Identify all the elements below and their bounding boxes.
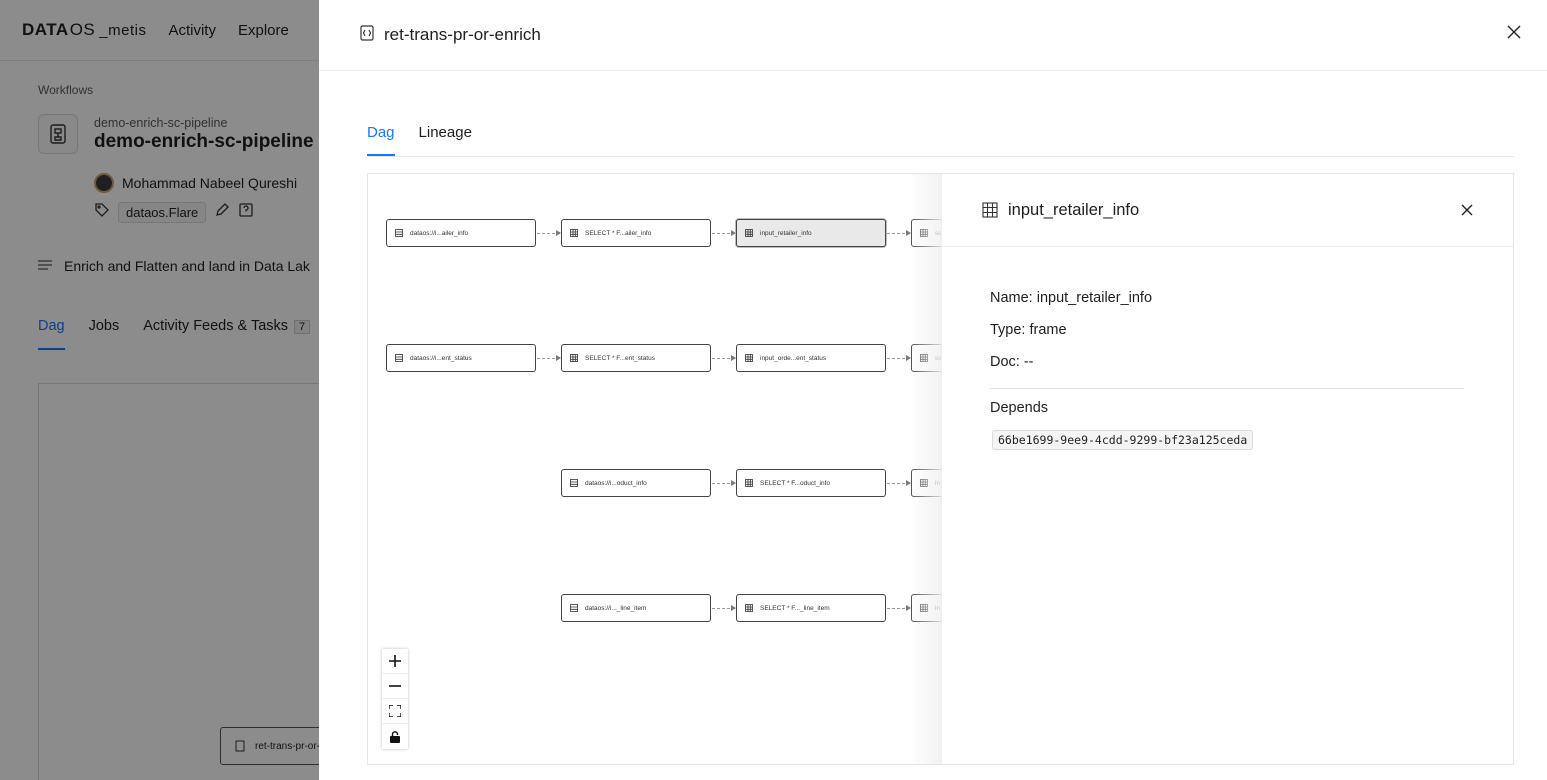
panel-shadow (908, 174, 943, 764)
tab-lineage[interactable]: Lineage (419, 124, 472, 156)
dag-node[interactable]: input_orde...ent_status (736, 344, 886, 372)
database-icon (570, 604, 578, 612)
dag-node[interactable]: dataos://i...oduct_info (561, 469, 711, 497)
dag-canvas[interactable]: dataos://i...ailer_info SELECT * F...ail… (367, 173, 1514, 765)
close-icon[interactable] (1461, 204, 1473, 216)
depends-label: Depends (990, 400, 1049, 416)
dag-edge (712, 355, 736, 361)
drawer-header: ret-trans-pr-or-enrich (319, 0, 1547, 71)
divider (990, 388, 1464, 389)
minus-icon (389, 685, 401, 687)
dag-edge (712, 605, 736, 611)
property-type: Type: frame (990, 322, 1067, 338)
node-properties-panel: input_retailer_info Name: input_retailer… (941, 174, 1513, 764)
database-icon (395, 354, 403, 362)
table-icon (745, 354, 753, 362)
fit-view-button[interactable] (382, 699, 408, 724)
lock-icon (390, 730, 400, 743)
database-icon (570, 479, 578, 487)
dag-node[interactable]: SELECT * F...ailer_info (561, 219, 711, 247)
property-doc: Doc: -- (990, 354, 1034, 370)
table-icon (745, 229, 753, 237)
table-icon (570, 229, 578, 237)
table-icon (745, 479, 753, 487)
table-icon (570, 354, 578, 362)
dag-node[interactable]: dataos://i...ent_status (386, 344, 536, 372)
properties-header: input_retailer_info (942, 174, 1513, 247)
dag-node[interactable]: SELECT * F..._line_item (736, 594, 886, 622)
drawer-tabs: Dag Lineage (367, 124, 1514, 157)
dag-node[interactable]: dataos://i..._line_item (561, 594, 711, 622)
workflow-drawer: ret-trans-pr-or-enrich Dag Lineage datao… (319, 0, 1547, 780)
dag-edge (887, 230, 911, 236)
zoom-out-button[interactable] (382, 674, 408, 699)
close-icon[interactable] (1507, 25, 1521, 39)
database-icon (395, 229, 403, 237)
zoom-controls (382, 649, 408, 749)
depends-id[interactable]: 66be1699-9ee9-4cdd-9299-bf23a125ceda (992, 430, 1254, 450)
zoom-in-button[interactable] (382, 649, 408, 674)
job-icon (360, 24, 374, 46)
dag-node[interactable]: SELECT * F...ent_status (561, 344, 711, 372)
plus-icon (389, 655, 401, 667)
lock-button[interactable] (382, 724, 408, 749)
drawer-title: ret-trans-pr-or-enrich (384, 25, 541, 44)
dag-edge (712, 230, 736, 236)
property-name: Name: input_retailer_info (990, 290, 1153, 306)
dag-edge (887, 355, 911, 361)
dag-node[interactable]: dataos://i...ailer_info (386, 219, 536, 247)
fit-view-icon (389, 705, 401, 717)
dag-edge (537, 355, 561, 361)
dag-edge (712, 480, 736, 486)
dag-edge (887, 605, 911, 611)
dag-node[interactable]: SELECT * F...oduct_info (736, 469, 886, 497)
table-icon (745, 604, 753, 612)
dag-edge (887, 480, 911, 486)
properties-title: input_retailer_info (1008, 200, 1140, 219)
table-icon (982, 202, 998, 218)
dag-edge (537, 230, 561, 236)
tab-dag[interactable]: Dag (367, 124, 395, 156)
dag-node-selected[interactable]: input_retailer_info (736, 219, 886, 247)
